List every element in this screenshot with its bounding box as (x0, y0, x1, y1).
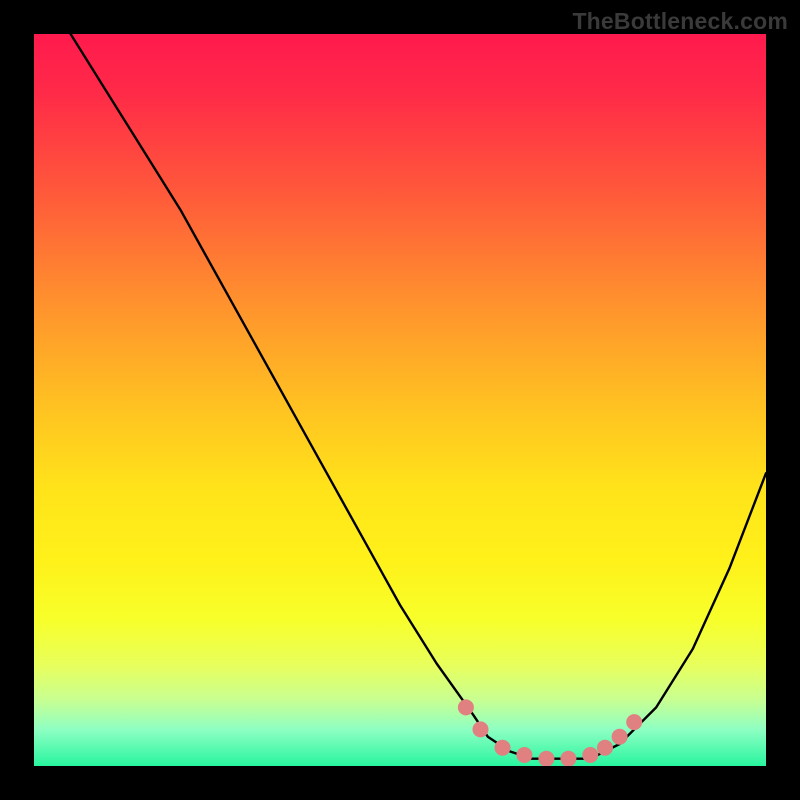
chart-frame: TheBottleneck.com (0, 0, 800, 800)
optimal-marker (538, 751, 554, 766)
optimal-marker (560, 751, 576, 766)
bottleneck-curve (71, 34, 766, 759)
optimal-marker (516, 747, 532, 763)
curve-layer (34, 34, 766, 766)
optimal-marker (626, 714, 642, 730)
optimal-marker (612, 729, 628, 745)
optimal-marker (458, 699, 474, 715)
optimal-marker (473, 721, 489, 737)
optimal-marker (582, 747, 598, 763)
optimal-marker (495, 740, 511, 756)
plot-area (34, 34, 766, 766)
optimal-marker (597, 740, 613, 756)
watermark-text: TheBottleneck.com (572, 8, 788, 35)
